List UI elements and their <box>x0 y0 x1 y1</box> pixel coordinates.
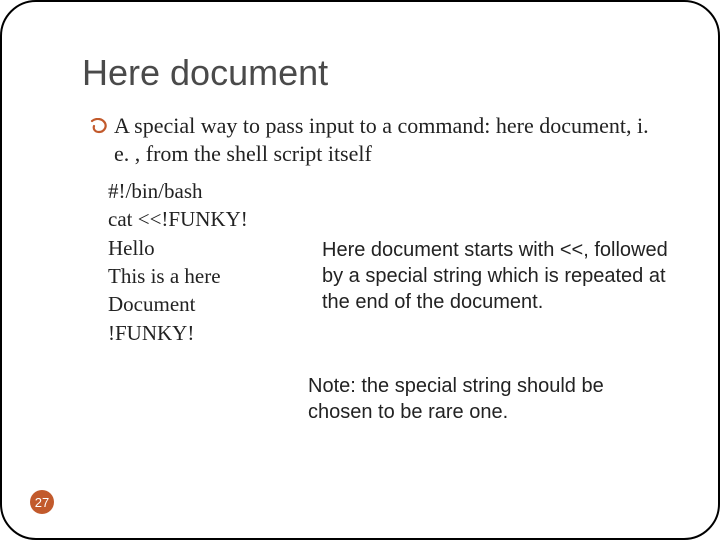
code-line: Document <box>108 290 298 318</box>
bullet-text: A special way to pass input to a command… <box>114 112 668 167</box>
page-number: 27 <box>35 495 49 510</box>
slide-frame: Here document A special way to pass inpu… <box>0 0 720 540</box>
code-line: cat <<!FUNKY! <box>108 205 298 233</box>
bullet-item: A special way to pass input to a command… <box>90 112 668 167</box>
curl-bullet-icon <box>90 118 108 139</box>
code-line: This is a here <box>108 262 298 290</box>
code-block: #!/bin/bash cat <<!FUNKY! Hello This is … <box>108 177 298 347</box>
page-number-badge: 27 <box>30 490 54 514</box>
code-and-annotation: #!/bin/bash cat <<!FUNKY! Hello This is … <box>108 167 668 347</box>
slide-title: Here document <box>82 52 668 94</box>
code-line: Hello <box>108 234 298 262</box>
code-line: #!/bin/bash <box>108 177 298 205</box>
annotation-text: Here document starts with <<, followed b… <box>322 237 668 315</box>
code-line: !FUNKY! <box>108 319 298 347</box>
note-text: Note: the special string should be chose… <box>308 373 668 425</box>
